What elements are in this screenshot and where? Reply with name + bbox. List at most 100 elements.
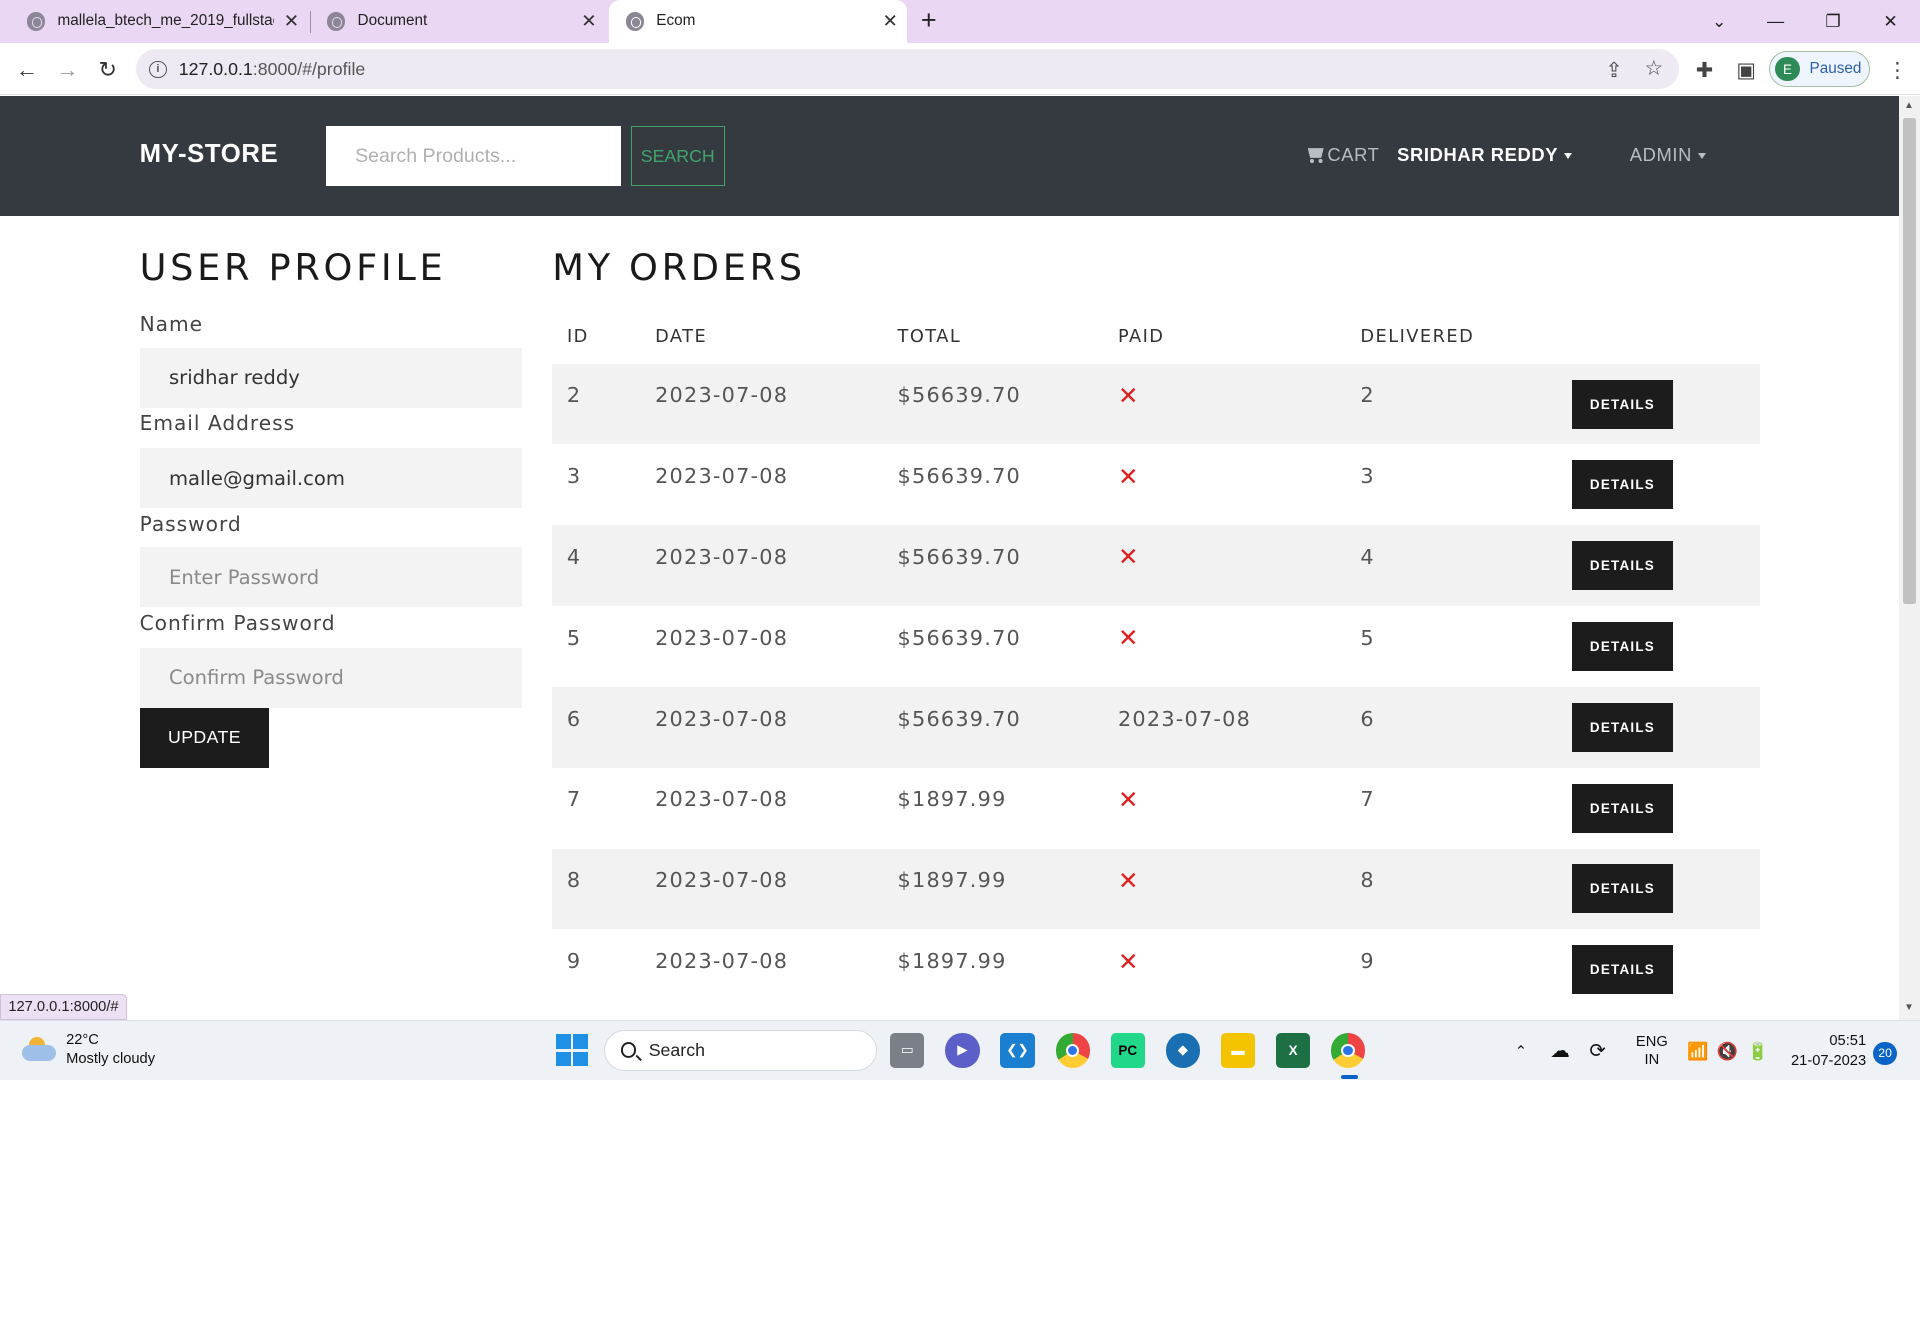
profile-button[interactable]: E Paused <box>1769 51 1870 87</box>
order-delivered: 3 <box>1360 464 1375 489</box>
details-button[interactable]: DETAILS <box>1572 460 1673 510</box>
pycharm-icon[interactable]: PC <box>1110 1033 1145 1068</box>
name-field[interactable] <box>139 347 522 408</box>
tab-title: Ecom <box>656 12 696 30</box>
admin-menu-dropdown[interactable]: ADMIN <box>1629 144 1707 166</box>
chevron-down-icon <box>1564 153 1573 159</box>
show-hidden-icons[interactable]: ⌃ <box>1515 1021 1527 1081</box>
excel-icon[interactable]: X <box>1275 1033 1311 1068</box>
sync-icon[interactable]: ⟳ <box>1589 1021 1605 1081</box>
site-info-icon[interactable]: i <box>149 60 167 78</box>
minimize-icon[interactable]: — <box>1747 0 1803 43</box>
confirm-password-field[interactable] <box>139 647 522 708</box>
speaker-muted-icon[interactable]: 🔇 <box>1717 1021 1738 1081</box>
order-id: 3 <box>566 464 582 489</box>
restore-icon[interactable]: ❐ <box>1805 0 1861 43</box>
close-tab-icon[interactable]: ✕ <box>873 10 907 32</box>
order-delivered: 6 <box>1360 706 1375 731</box>
search-icon <box>620 1042 637 1059</box>
back-icon[interactable]: ← <box>10 53 44 87</box>
language-indicator[interactable]: ENG IN <box>1636 1021 1668 1081</box>
reload-icon[interactable]: ↻ <box>91 53 125 87</box>
column-header-paid: PAID <box>1117 326 1165 347</box>
order-id: 6 <box>566 706 582 731</box>
search-button[interactable]: SEARCH <box>630 126 725 187</box>
order-date: 2023-07-08 <box>655 787 789 812</box>
scroll-down-icon[interactable]: ▼ <box>1904 1002 1914 1013</box>
column-header-date: DATE <box>655 326 708 347</box>
name-label: Name <box>139 312 204 337</box>
windows-start-icon[interactable] <box>555 1033 589 1067</box>
user-menu-dropdown[interactable]: SRIDHAR REDDY <box>1397 144 1573 166</box>
details-button[interactable]: DETAILS <box>1572 622 1673 671</box>
unpaid-x-icon: ✕ <box>1117 867 1139 895</box>
cart-label: CART <box>1327 144 1380 166</box>
cart-icon <box>1305 147 1326 164</box>
search-input[interactable] <box>325 126 621 187</box>
tab-mallela[interactable]: mallela_btech_me_2019_fullstack ✕ <box>0 0 309 43</box>
order-delivered: 4 <box>1360 544 1375 569</box>
update-button[interactable]: UPDATE <box>139 707 270 768</box>
mysql-workbench-icon[interactable]: ◆ <box>1165 1033 1200 1068</box>
url-path: :8000/#/profile <box>252 58 366 79</box>
side-panel-icon[interactable]: ▣ <box>1736 58 1756 83</box>
taskbar-search[interactable]: Search <box>603 1029 877 1072</box>
profile-status: Paused <box>1809 60 1862 78</box>
bookmark-star-icon[interactable]: ☆ <box>1644 56 1663 81</box>
browser-toolbar: ← → ↻ i 127.0.0.1:8000/#/profile ⇪ ☆ ✚ ▣… <box>0 42 1920 96</box>
tab-title: Document <box>357 12 428 30</box>
details-button[interactable]: DETAILS <box>1572 379 1673 429</box>
close-tab-icon[interactable]: ✕ <box>572 10 606 32</box>
close-window-icon[interactable]: ✕ <box>1862 0 1918 43</box>
table-row: 6 2023-07-08 $56639.70 6 2023-07-08 DETAILS <box>552 686 1760 768</box>
order-delivered: 8 <box>1360 868 1375 893</box>
table-row: 3 2023-07-08 $56639.70 3 ✕ DETAILS <box>552 444 1759 525</box>
password-label: Password <box>139 511 242 536</box>
notification-badge[interactable]: 20 <box>1873 1041 1897 1066</box>
chrome-profile-icon[interactable] <box>1331 1033 1366 1068</box>
tab-ecom[interactable]: Ecom ✕ <box>608 0 908 43</box>
active-app-indicator <box>1340 1074 1358 1079</box>
details-button[interactable]: DETAILS <box>1572 541 1673 591</box>
details-button[interactable]: DETAILS <box>1572 783 1673 833</box>
vscode-icon[interactable]: ❮❯ <box>1000 1033 1035 1068</box>
cart-link[interactable]: CART <box>1305 144 1379 166</box>
details-button[interactable]: DETAILS <box>1572 702 1673 752</box>
order-date: 2023-07-08 <box>655 383 789 408</box>
system-clock[interactable]: 05:51 21-07-2023 <box>1783 1032 1866 1071</box>
tab-document[interactable]: Document ✕ <box>300 0 606 43</box>
unpaid-x-icon: ✕ <box>1117 948 1139 976</box>
extensions-icon[interactable]: ✚ <box>1696 58 1713 83</box>
admin-menu-label: ADMIN <box>1629 144 1693 166</box>
brand-logo[interactable]: MY-STORE <box>140 140 279 169</box>
chrome-icon[interactable] <box>1055 1033 1090 1068</box>
order-total: $56639.70 <box>897 383 1022 408</box>
new-tab-icon[interactable]: + <box>921 5 937 36</box>
details-button[interactable]: DETAILS <box>1572 945 1673 995</box>
password-field[interactable] <box>139 547 522 608</box>
teams-chat-icon[interactable]: ▶ <box>945 1033 980 1068</box>
taskbar-search-label: Search <box>648 1039 705 1060</box>
chevron-down-icon <box>1698 153 1707 159</box>
onedrive-icon[interactable]: ☁ <box>1550 1021 1570 1081</box>
table-row: 9 2023-07-08 $1897.99 9 ✕ DETAILS <box>552 929 1759 1010</box>
forward-icon[interactable]: → <box>50 53 84 87</box>
order-date: 2023-07-08 <box>655 868 789 893</box>
url-host: 127.0.0.1 <box>178 58 253 79</box>
task-view-icon[interactable]: ▭ <box>890 1033 925 1068</box>
weather-condition: Mostly cloudy <box>66 1051 156 1068</box>
weather-widget[interactable]: 22°C Mostly cloudy <box>22 1031 155 1070</box>
scrollbar-thumb[interactable] <box>1902 117 1917 604</box>
battery-icon[interactable]: 🔋 <box>1747 1021 1768 1081</box>
scroll-up-icon[interactable]: ▲ <box>1904 100 1914 111</box>
page-scrollbar[interactable]: ▲ ▼ <box>1899 95 1920 1020</box>
wifi-icon[interactable]: 📶 <box>1687 1021 1708 1081</box>
details-button[interactable]: DETAILS <box>1572 864 1673 914</box>
unpaid-x-icon: ✕ <box>1117 544 1139 572</box>
share-icon[interactable]: ⇪ <box>1605 58 1622 83</box>
tab-search-icon[interactable]: ⌄ <box>1691 0 1747 43</box>
address-bar[interactable]: i 127.0.0.1:8000/#/profile ⇪ ☆ <box>135 48 1679 90</box>
file-explorer-icon[interactable]: ▬ <box>1220 1033 1256 1068</box>
email-field[interactable] <box>139 448 522 509</box>
menu-icon[interactable]: ⋮ <box>1887 58 1908 83</box>
